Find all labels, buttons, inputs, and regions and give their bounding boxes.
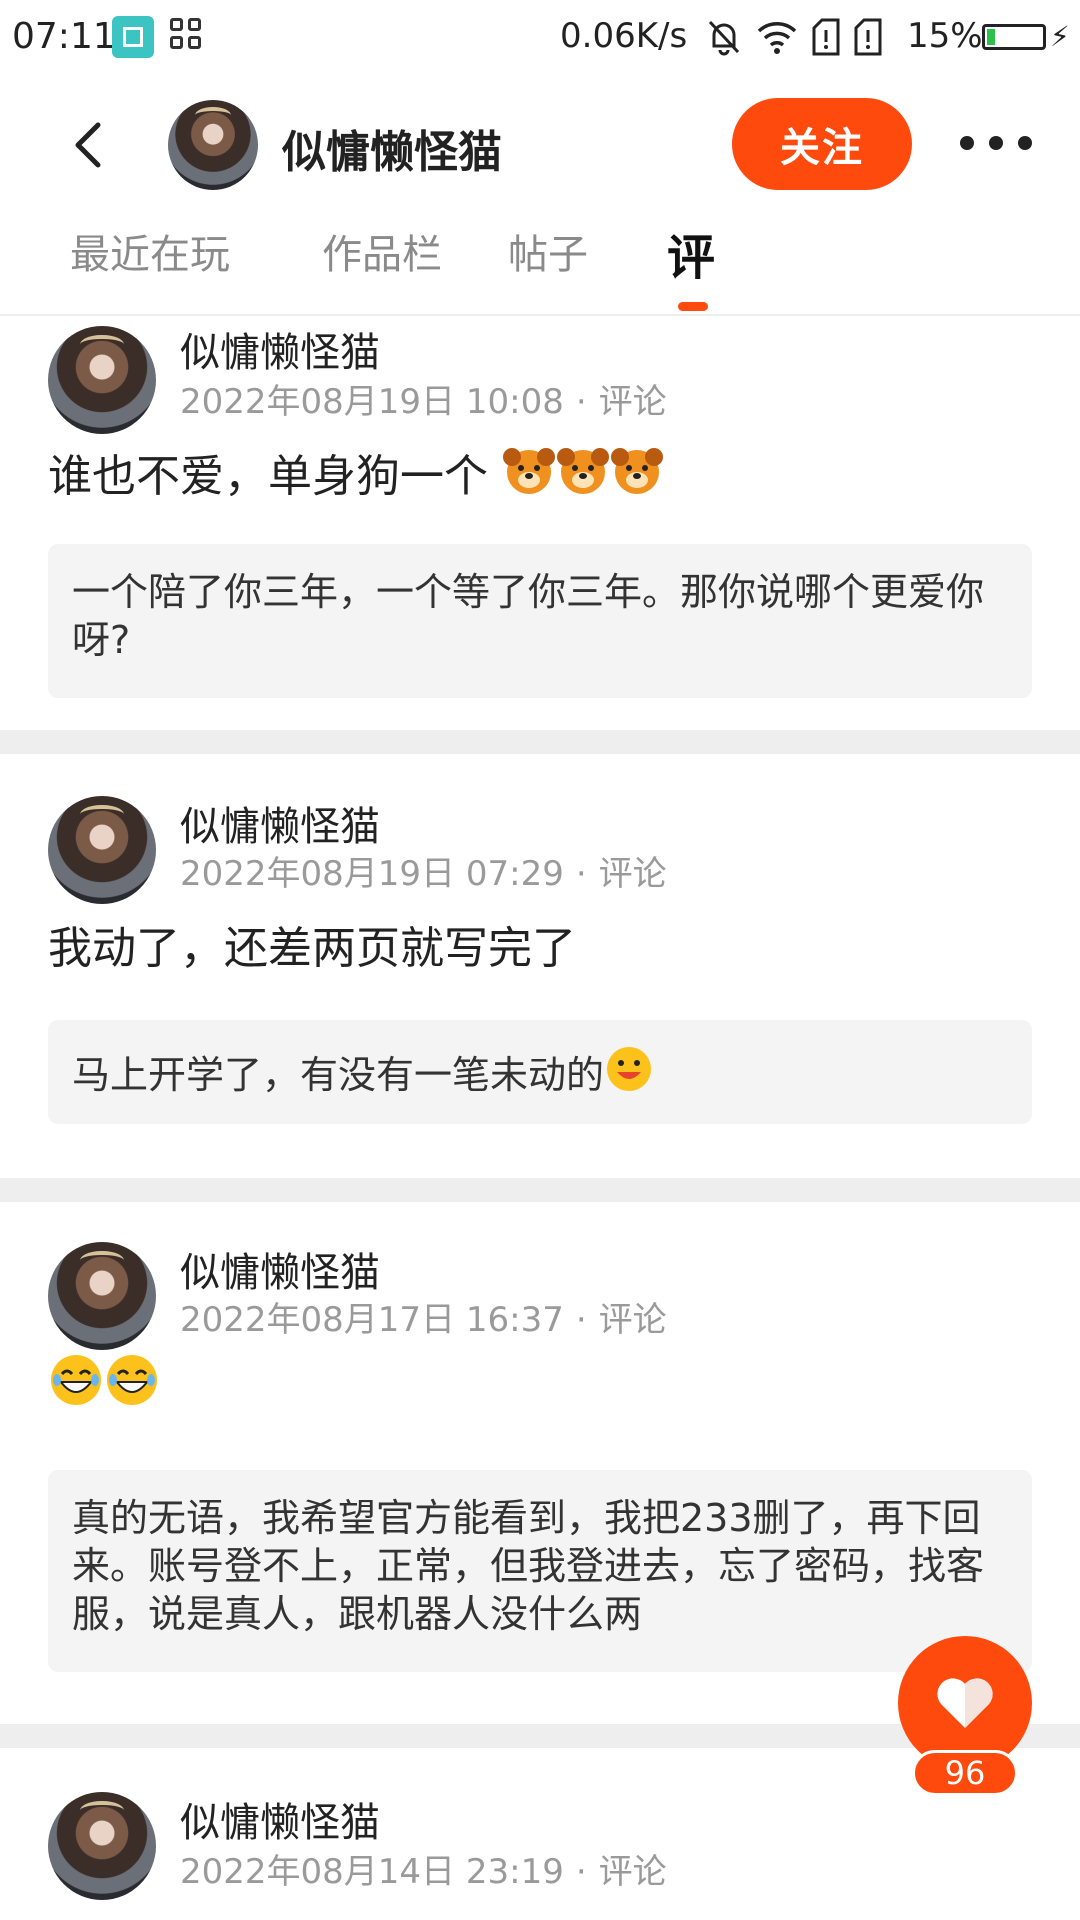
comment-type: 评论 [598, 382, 667, 422]
comment-text [48, 1352, 160, 1413]
comment-meta: 2022年08月17日 16:37 · 评论 [180, 1300, 667, 1340]
laugh-emoji-icon [51, 1355, 101, 1405]
comment-text-content: 谁也不爱，单身狗一个 [48, 451, 488, 502]
comment-date: 2022年08月19日 10:08 [180, 382, 564, 422]
scan-icon [112, 16, 154, 58]
avatar[interactable] [48, 1792, 156, 1900]
laugh-emoji-icon [107, 1355, 157, 1405]
dog-emoji-icon [557, 448, 609, 494]
comment-type: 评论 [598, 854, 667, 894]
charging-icon: ⚡ [1050, 20, 1070, 53]
status-time: 07:11 [12, 16, 116, 57]
tab-comments[interactable]: 评 [667, 218, 715, 288]
card-divider [0, 730, 1080, 754]
comment-card[interactable]: 似慵懒怪猫 2022年08月17日 16:37 · 评论 真的无语，我希望官方能看到… [0, 1202, 1080, 1702]
quoted-post[interactable]: 真的无语，我希望官方能看到，我把233删了，再下回来。账号登不上，正常，但我登进… [48, 1470, 1032, 1672]
comment-meta: 2022年08月14日 23:19 · 评论 [180, 1852, 667, 1892]
tab-works[interactable]: 作品栏 [322, 222, 442, 280]
dog-emoji-icon [503, 448, 555, 494]
network-speed: 0.06K/s [560, 16, 688, 56]
battery-level [987, 29, 995, 45]
sim2-icon [854, 18, 882, 56]
comment-card[interactable]: 似慵懒怪猫 2022年08月19日 07:29 · 评论 我动了，还差两页就写完了 … [0, 754, 1080, 1174]
profile-header: 似慵懒怪猫 关注 [0, 90, 1080, 200]
author-name[interactable]: 似慵懒怪猫 [180, 1240, 380, 1298]
card-divider [0, 1178, 1080, 1202]
page-title: 似慵懒怪猫 [282, 127, 502, 178]
dog-emoji-icon [611, 448, 663, 494]
follow-button[interactable]: 关注 [732, 98, 912, 190]
wifi-icon [757, 22, 797, 54]
avatar[interactable] [168, 100, 258, 190]
chevron-left-icon[interactable] [60, 115, 120, 175]
bell-off-icon [708, 20, 740, 56]
author-name[interactable]: 似慵懒怪猫 [180, 320, 380, 378]
comment-type: 评论 [598, 1300, 667, 1340]
avatar[interactable] [48, 326, 156, 434]
tab-recent-play[interactable]: 最近在玩 [70, 222, 230, 280]
sim1-icon [812, 18, 840, 56]
like-count: 96 [912, 1750, 1018, 1796]
more-icon[interactable] [960, 128, 1032, 158]
battery-icon [982, 24, 1046, 50]
tab-posts[interactable]: 帖子 [508, 222, 588, 280]
author-name[interactable]: 似慵懒怪猫 [180, 1790, 380, 1848]
quoted-post-text: 马上开学了，有没有一笔未动的 [72, 1053, 605, 1097]
tab-indicator [678, 302, 708, 311]
comment-date: 2022年08月19日 07:29 [180, 854, 564, 894]
comment-text: 我动了，还差两页就写完了 [48, 923, 576, 974]
smile-emoji-icon [607, 1047, 652, 1091]
comment-date: 2022年08月14日 23:19 [180, 1852, 564, 1892]
apps-icon [170, 18, 206, 54]
tab-bar: 最近在玩 作品栏 帖子 评 [0, 210, 1080, 316]
author-name[interactable]: 似慵懒怪猫 [180, 794, 380, 852]
quoted-post[interactable]: 马上开学了，有没有一笔未动的 [48, 1020, 1032, 1124]
heart-icon [937, 1678, 993, 1728]
comment-date: 2022年08月17日 16:37 [180, 1300, 564, 1340]
battery-percent: 15% [907, 16, 983, 56]
quoted-post[interactable]: 一个陪了你三年，一个等了你三年。那你说哪个更爱你呀? [48, 544, 1032, 698]
comment-meta: 2022年08月19日 07:29 · 评论 [180, 854, 667, 894]
comment-text: 谁也不爱，单身狗一个 [48, 440, 664, 504]
avatar[interactable] [48, 1242, 156, 1350]
comment-meta: 2022年08月19日 10:08 · 评论 [180, 382, 667, 422]
avatar[interactable] [48, 796, 156, 904]
status-bar: 07:11 0.06K/s 15% ⚡ [0, 0, 1080, 76]
comment-type: 评论 [598, 1852, 667, 1892]
